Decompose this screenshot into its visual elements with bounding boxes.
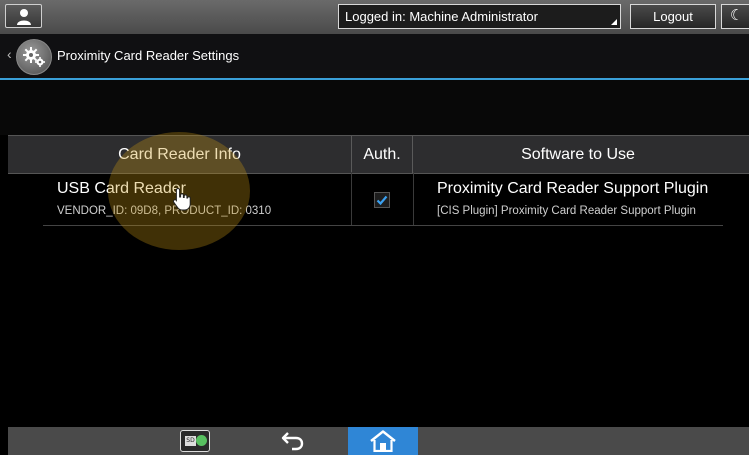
settings-badge[interactable] bbox=[16, 39, 52, 75]
check-badge-icon bbox=[196, 435, 207, 446]
gear-icon bbox=[23, 47, 45, 67]
checkmark-icon bbox=[376, 195, 388, 206]
bottom-bar: SD bbox=[8, 427, 749, 455]
column-divider bbox=[351, 172, 352, 225]
user-icon bbox=[17, 9, 31, 25]
card-reader-ids: VENDOR_ID: 09D8, PRODUCT_ID: 0310 bbox=[57, 205, 272, 217]
column-header-software: Software to Use bbox=[521, 146, 635, 163]
screen: Logged in: Machine Administrator Logout … bbox=[0, 0, 749, 455]
page-title: Proximity Card Reader Settings bbox=[57, 48, 240, 63]
content-spacer bbox=[0, 80, 749, 135]
login-status-text: Logged in: Machine Administrator bbox=[345, 9, 538, 24]
logout-button[interactable]: Logout bbox=[630, 4, 716, 29]
auth-checkbox[interactable] bbox=[374, 192, 390, 208]
back-arrow-icon[interactable] bbox=[280, 429, 306, 453]
chevron-left-icon[interactable]: ‹ bbox=[7, 46, 12, 62]
moon-icon: ☾ bbox=[730, 7, 744, 24]
table-header: Card Reader Info Auth. Software to Use bbox=[8, 135, 749, 174]
home-button[interactable] bbox=[348, 427, 418, 455]
column-divider bbox=[413, 172, 414, 225]
hand-pointer-icon bbox=[172, 187, 191, 211]
column-header-card-reader-info: Card Reader Info bbox=[118, 146, 241, 163]
user-button[interactable] bbox=[5, 4, 42, 28]
card-reader-name: USB Card Reader bbox=[57, 180, 186, 197]
login-status-box[interactable]: Logged in: Machine Administrator bbox=[338, 4, 621, 29]
sd-card-button[interactable]: SD bbox=[180, 430, 210, 452]
energy-saver-button[interactable]: ☾ bbox=[721, 4, 749, 29]
title-bar: ‹ Proximity Card Reader Settings bbox=[0, 34, 749, 80]
software-plugin-detail: [CIS Plugin] Proximity Card Reader Suppo… bbox=[437, 205, 696, 217]
expand-corner-icon bbox=[611, 19, 617, 25]
status-bar: Logged in: Machine Administrator Logout … bbox=[0, 0, 749, 34]
sd-card-icon: SD bbox=[185, 436, 196, 446]
column-header-auth: Auth. bbox=[351, 136, 413, 173]
software-name: Proximity Card Reader Support Plugin bbox=[437, 180, 709, 197]
home-icon bbox=[370, 430, 396, 452]
table-row[interactable]: USB Card Reader VENDOR_ID: 09D8, PRODUCT… bbox=[43, 172, 723, 226]
